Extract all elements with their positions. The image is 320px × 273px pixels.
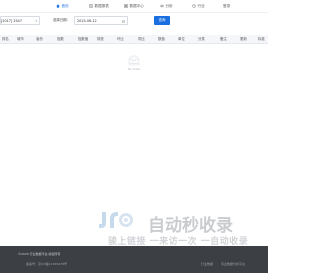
home-icon — [56, 4, 60, 8]
column-header[interactable]: 标准 — [258, 35, 265, 43]
date-label: 选择日期： — [53, 18, 70, 22]
nav-item-report[interactable]: 数据报表 — [89, 3, 109, 9]
empty-state: No Data — [122, 55, 146, 71]
date-picker[interactable]: 2025-06-12 — [74, 16, 128, 25]
column-header[interactable]: 数值 — [158, 35, 165, 43]
nav-item-home[interactable]: 首页 — [56, 3, 69, 9]
nav-item-label: 登录 — [223, 3, 231, 8]
column-header[interactable]: 指数 — [57, 35, 64, 43]
column-header[interactable]: 分类 — [198, 35, 205, 43]
column-header[interactable]: 排放 — [97, 35, 104, 43]
footer-icp[interactable]: 备案号：京ICP备12345678号 — [26, 262, 67, 266]
column-header[interactable]: 排名 — [2, 35, 9, 43]
date-value: 2025-06-12 — [77, 19, 97, 23]
data-icon — [124, 4, 128, 8]
nav-item-label: 数据中心 — [129, 3, 144, 8]
column-header[interactable]: 同比 — [138, 35, 145, 43]
watermark: 自动秒收录 骏上链接 一来访一次 一自动收录 — [96, 209, 256, 249]
footer: ©2025 行业数据平台 版权所有 备案号：京ICP备12345678号 行业数… — [0, 246, 268, 273]
report-icon — [89, 4, 93, 8]
watermark-logo-icon — [96, 209, 146, 231]
filter-bar: [2017] 2547 ▾ 选择日期： 2025-06-12 查询 — [0, 16, 268, 26]
column-header[interactable]: 环比 — [117, 35, 124, 43]
empty-box-icon — [127, 55, 141, 66]
query-button[interactable]: 查询 — [154, 16, 170, 25]
index-select[interactable]: [2017] 2547 ▾ — [0, 16, 40, 25]
nav-item-industry[interactable]: 行业 — [192, 3, 205, 9]
column-header[interactable]: 城市 — [17, 35, 24, 43]
top-navigation: 首页 数据报表 数据中心 分析 行业 登录 — [0, 0, 268, 13]
analysis-icon — [160, 4, 164, 8]
column-header[interactable]: 单位 — [178, 35, 185, 43]
column-header[interactable]: 省份 — [36, 35, 43, 43]
column-header[interactable]: 更新 — [240, 35, 247, 43]
column-header[interactable]: 备注 — [220, 35, 227, 43]
footer-link[interactable]: 行业数据 — [201, 262, 213, 266]
footer-tagline: 专业数据分析平台 — [221, 262, 246, 266]
nav-item-label: 分析 — [165, 3, 173, 8]
index-select-value: [2017] 2547 — [1, 19, 22, 23]
nav-item-analysis[interactable]: 分析 — [160, 3, 173, 9]
nav-item-label: 首页 — [61, 3, 69, 8]
industry-icon — [192, 4, 196, 8]
nav-item-label: 行业 — [197, 3, 205, 8]
empty-text: No Data — [127, 67, 141, 71]
nav-item-data-center[interactable]: 数据中心 — [124, 3, 144, 9]
table-header: 排名 城市 省份 指数 指数值 排放 环比 同比 数值 单位 分类 备注 更新 … — [0, 35, 268, 44]
watermark-title: 自动秒收录 — [148, 216, 233, 236]
column-header[interactable]: 指数值 — [78, 35, 88, 43]
nav-item-label: 数据报表 — [94, 3, 109, 8]
calendar-icon — [122, 19, 125, 23]
nav-item-login[interactable]: 登录 — [223, 3, 230, 9]
footer-copyright: ©2025 行业数据平台 版权所有 — [18, 252, 61, 256]
chevron-down-icon: ▾ — [35, 19, 37, 23]
